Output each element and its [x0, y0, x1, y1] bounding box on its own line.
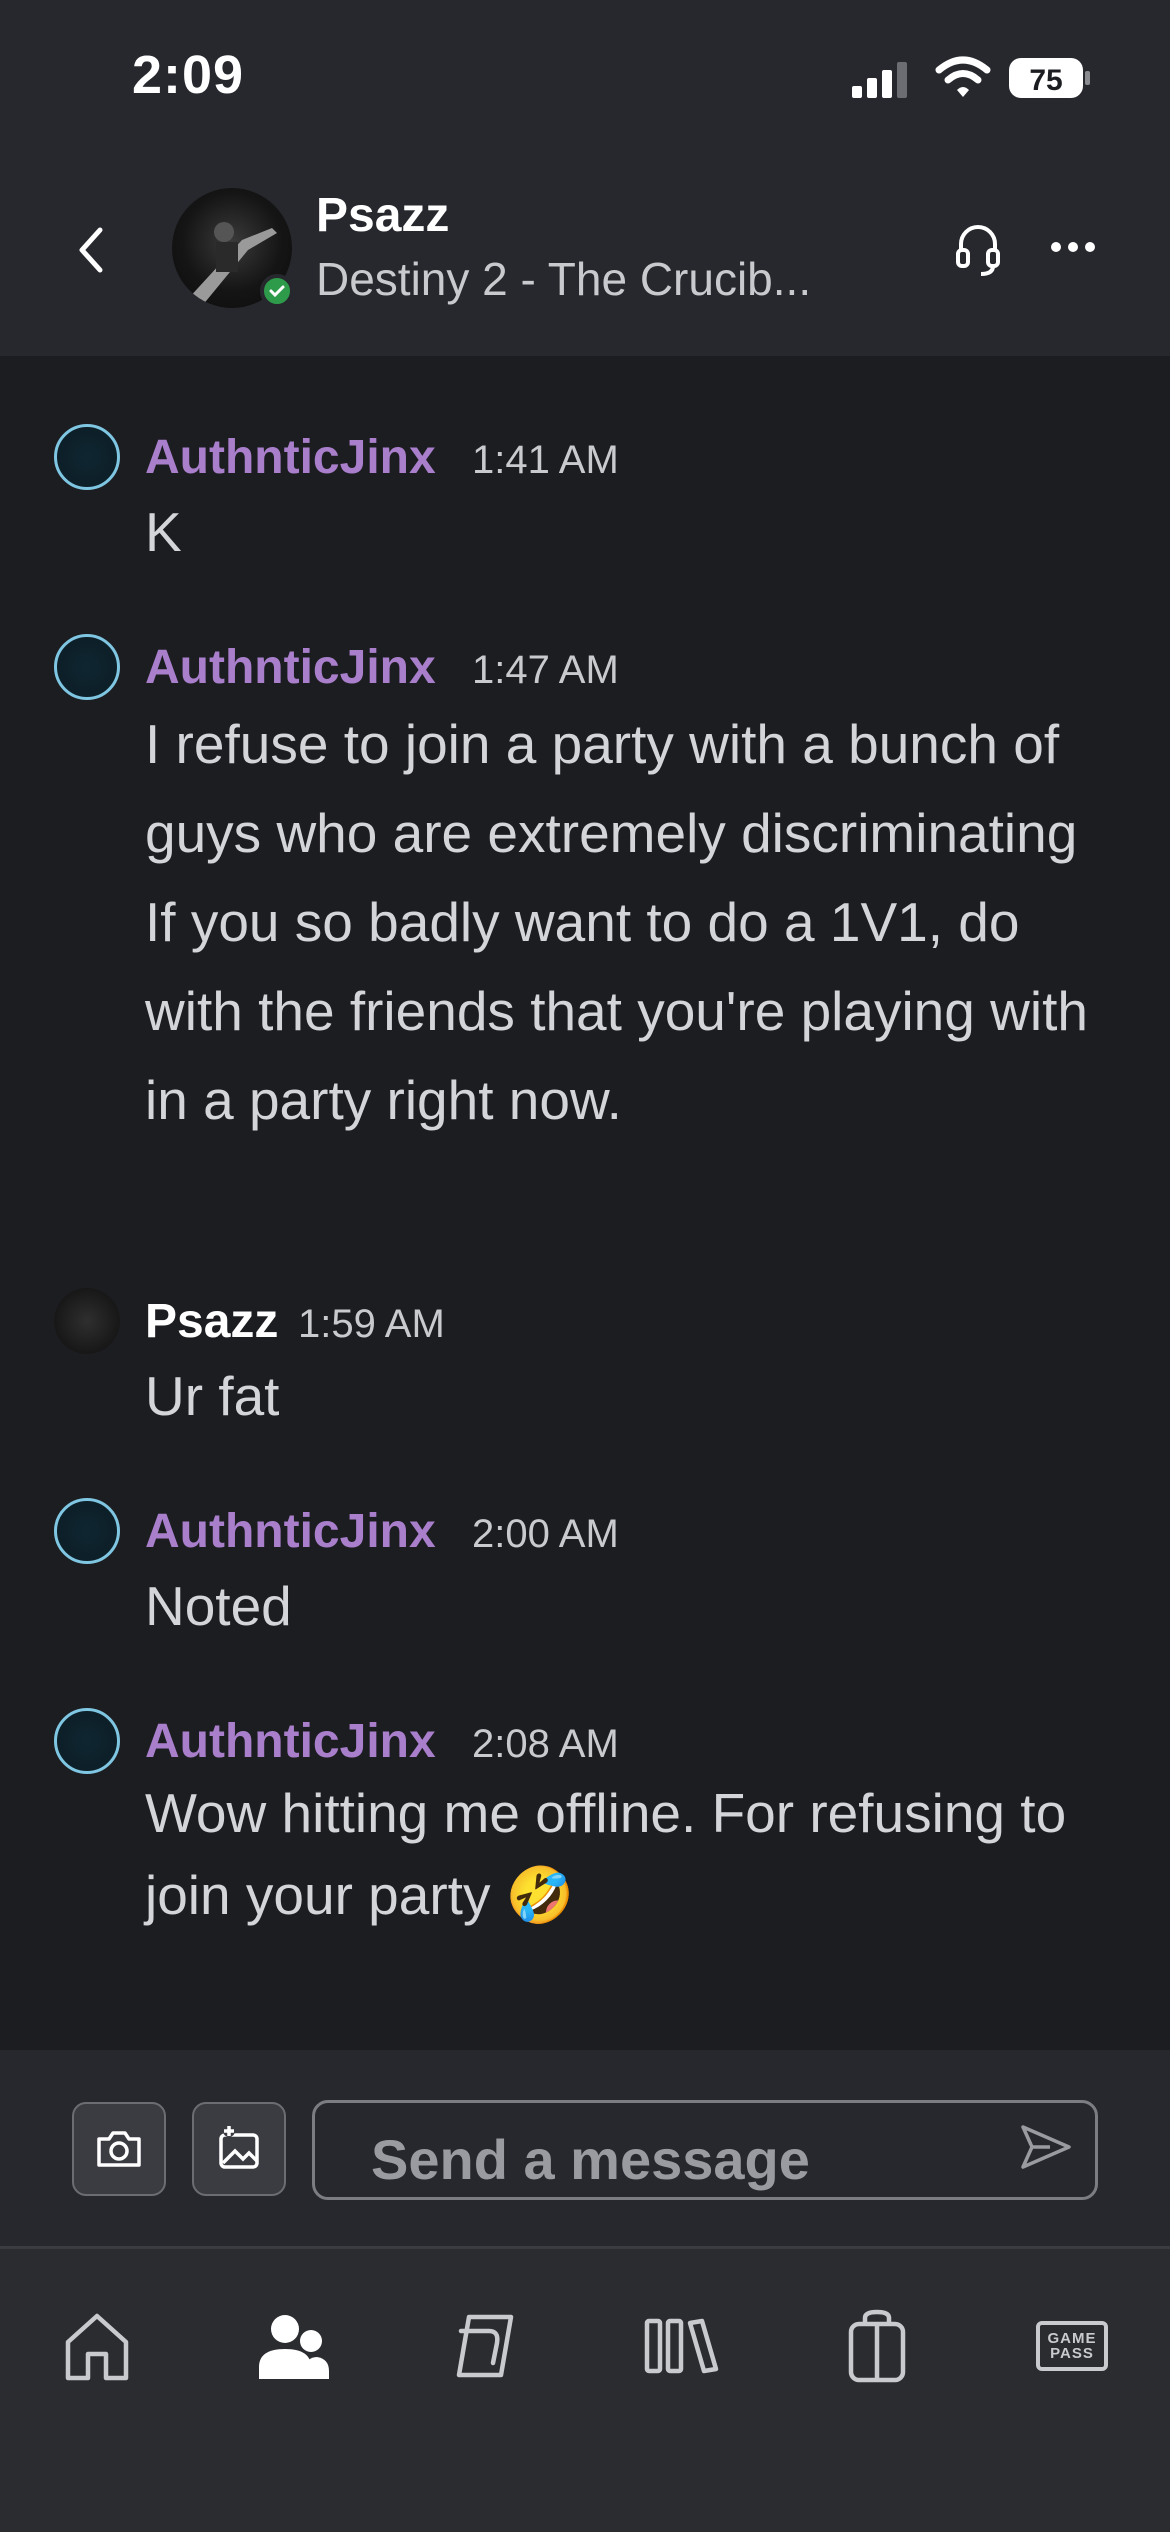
sender-avatar[interactable] [54, 1288, 120, 1354]
tab-store[interactable] [432, 2301, 542, 2391]
message-text: Noted [145, 1575, 292, 1637]
sender-avatar[interactable] [54, 424, 120, 490]
more-icon[interactable] [1050, 240, 1096, 254]
shopping-bag-icon [848, 2309, 906, 2383]
tab-social[interactable] [238, 2301, 348, 2391]
contact-name[interactable]: Psazz [316, 188, 449, 243]
sender-name[interactable]: AuthnticJinx [145, 430, 436, 485]
sender-avatar[interactable] [54, 634, 120, 700]
home-icon [65, 2313, 129, 2381]
sender-name[interactable]: AuthnticJinx [145, 640, 436, 695]
image-add-icon [219, 2125, 259, 2169]
tab-game-pass[interactable]: GAME PASS [1017, 2301, 1127, 2391]
tab-library[interactable] [627, 2301, 737, 2391]
back-icon[interactable] [70, 220, 110, 280]
signal-icon [852, 62, 907, 98]
camera-icon [97, 2131, 141, 2167]
game-pass-label-bottom: PASS [1050, 2345, 1094, 2362]
online-status-badge [260, 274, 294, 308]
tab-home[interactable] [42, 2301, 152, 2391]
sender-name[interactable]: AuthnticJinx [145, 1504, 436, 1559]
camera-button[interactable] [72, 2102, 166, 2196]
battery-level: 75 [1029, 64, 1062, 97]
status-bar: 2:09 75 [0, 0, 1170, 150]
message-text: K [145, 501, 182, 563]
game-pass-icon: GAME PASS [1036, 2321, 1108, 2371]
chat-header: Psazz Destiny 2 - The Crucib... [0, 150, 1170, 356]
people-icon [259, 2315, 329, 2379]
message-time: 1:59 AM [298, 1302, 445, 1346]
sender-avatar[interactable] [54, 1708, 120, 1774]
message-text: Ur fat [145, 1365, 280, 1427]
store-icon [456, 2314, 514, 2378]
tab-bar: GAME PASS [0, 2249, 1170, 2532]
status-time: 2:09 [132, 45, 245, 105]
sender-name[interactable]: AuthnticJinx [145, 1714, 436, 1769]
message-list[interactable]: AuthnticJinx 1:41 AM K AuthnticJinx 1:47… [0, 356, 1170, 2050]
message-composer [0, 2050, 1170, 2249]
message-time: 1:47 AM [472, 648, 619, 692]
contact-status: Destiny 2 - The Crucib... [316, 253, 812, 305]
add-image-button[interactable] [192, 2102, 286, 2196]
game-pass-label-top: GAME [1047, 2330, 1097, 2347]
sender-avatar[interactable] [54, 1498, 120, 1564]
sender-name[interactable]: Psazz [145, 1294, 278, 1349]
send-icon[interactable] [1020, 2124, 1072, 2170]
message-text: I refuse to join a party with a bunch of… [145, 713, 1088, 1131]
message-text: Wow hitting me offline. For refusing to … [145, 1782, 1067, 1926]
wifi-icon [935, 56, 991, 97]
message-time: 2:08 AM [472, 1722, 619, 1766]
headset-icon[interactable] [955, 222, 1001, 278]
library-icon [644, 2318, 719, 2374]
message-time: 1:41 AM [472, 438, 619, 482]
message-input[interactable] [312, 2100, 1098, 2200]
message-time: 2:00 AM [472, 1512, 619, 1556]
battery-icon: 75 [1008, 56, 1092, 105]
tab-gifts[interactable] [822, 2301, 932, 2391]
